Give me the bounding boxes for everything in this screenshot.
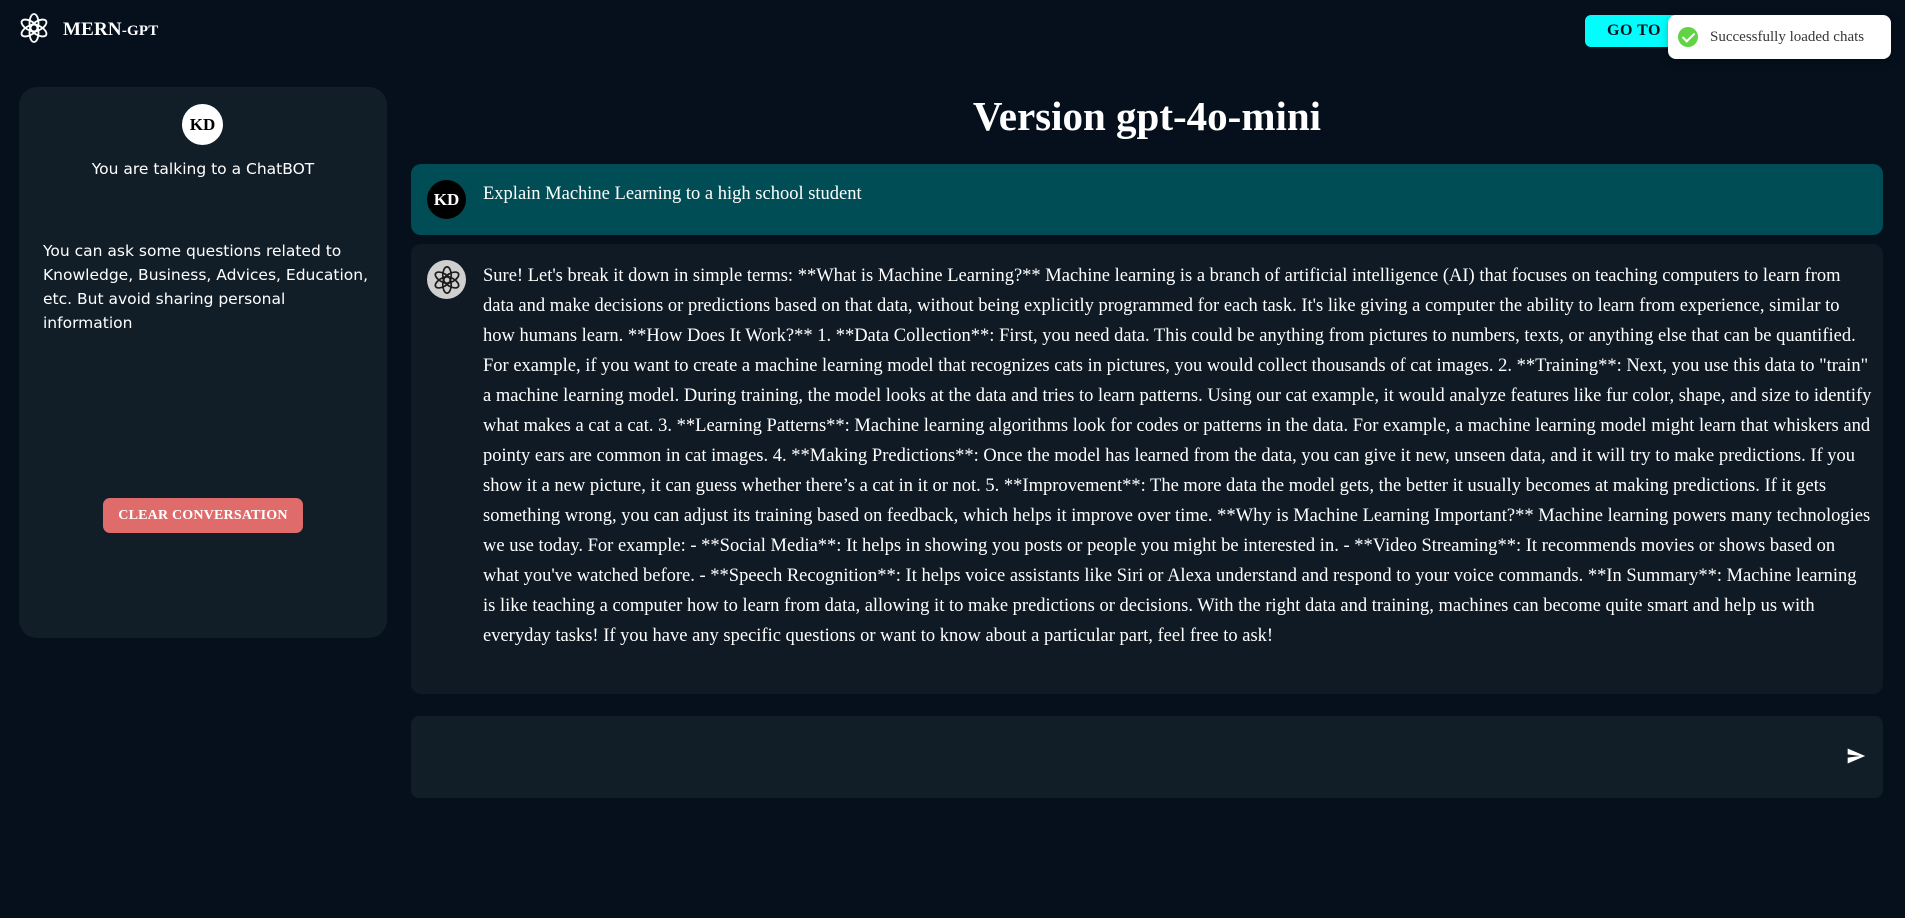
- brand-name[interactable]: MERN-GPT: [63, 19, 159, 41]
- chat-input[interactable]: [431, 736, 1811, 778]
- assistant-message: Sure! Let's break it down in simple term…: [411, 244, 1883, 694]
- openai-logo-icon: [427, 260, 466, 299]
- top-navbar: MERN-GPT GO TO Successfully loaded chats: [0, 0, 1905, 64]
- user-message-text: Explain Machine Learning to a high schoo…: [483, 184, 862, 204]
- page-title: Version gpt-4o-mini: [972, 93, 1322, 139]
- avatar: KD: [182, 104, 223, 145]
- sidebar-title: You are talking to a ChatBOT: [91, 160, 315, 178]
- openai-logo-icon[interactable]: [18, 12, 50, 44]
- assistant-message-text: Sure! Let's break it down in simple term…: [483, 266, 1872, 646]
- sidebar: KD You are talking to a ChatBOT You can …: [19, 87, 387, 638]
- clear-conversation-button[interactable]: CLEAR CONVERSATION: [103, 498, 303, 533]
- user-message: KD Explain Machine Learning to a high sc…: [411, 164, 1883, 235]
- check-circle-icon: [1678, 27, 1698, 47]
- toast-notification: Successfully loaded chats: [1668, 15, 1891, 59]
- brand-sub: -GPT: [121, 23, 159, 39]
- user-avatar: KD: [427, 180, 466, 219]
- chat-input-container: [411, 716, 1883, 798]
- sidebar-description: You can ask some questions related to Kn…: [43, 242, 368, 332]
- brand-main: MERN: [63, 19, 122, 40]
- send-icon: [1845, 746, 1867, 769]
- send-button[interactable]: [1841, 742, 1871, 772]
- toast-message: Successfully loaded chats: [1710, 28, 1865, 45]
